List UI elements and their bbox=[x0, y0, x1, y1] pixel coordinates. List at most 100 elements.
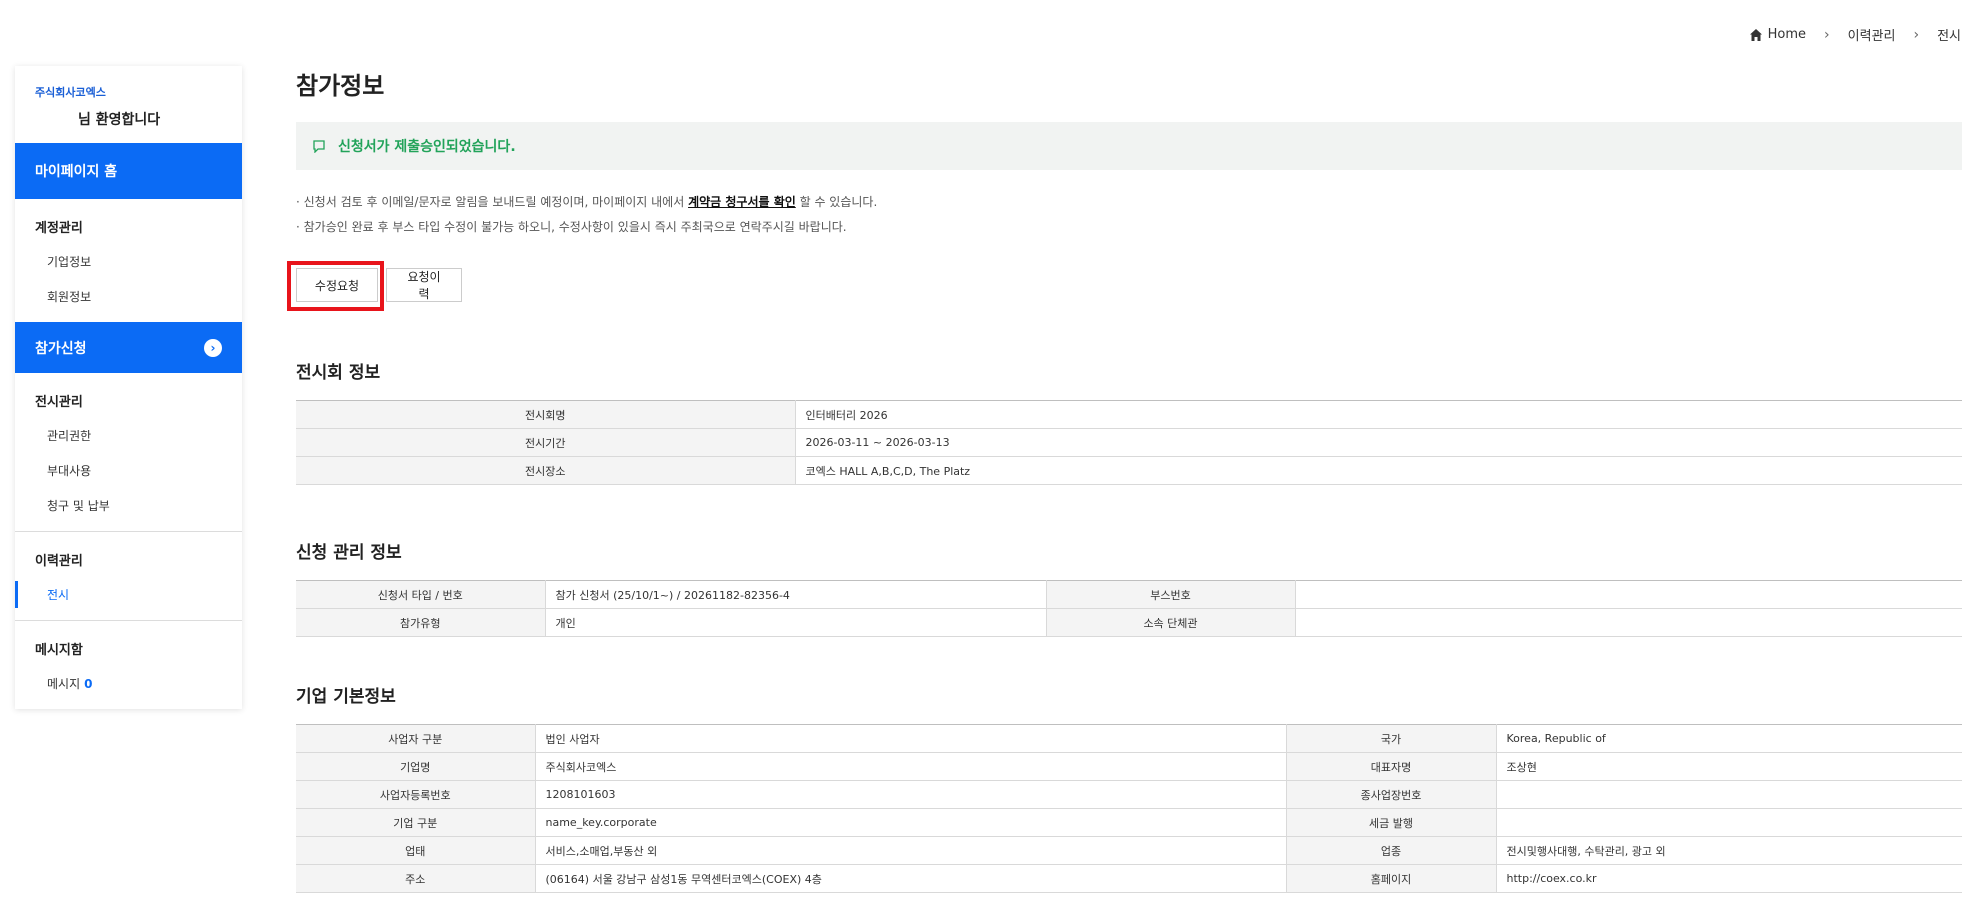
table-row: 신청서 타입 / 번호 참가 신청서 (25/10/1~) / 20261182… bbox=[296, 580, 1962, 609]
table-row: 사업자 구분 법인 사업자 국가 Korea, Republic of bbox=[296, 724, 1962, 753]
row-label: 참가유형 bbox=[296, 608, 546, 637]
table-row: 기업 구분 name_key.corporate 세금 발행 bbox=[296, 808, 1962, 837]
sidebar-group-history: 이력관리 전시 bbox=[15, 532, 242, 620]
table-row: 기업명 주식회사코엑스 대표자명 조상현 bbox=[296, 752, 1962, 781]
row-label: 국가 bbox=[1286, 724, 1497, 753]
row-value: 개인 bbox=[545, 608, 1047, 637]
table-row: 전시회명 인터배터리 2026 bbox=[296, 400, 1962, 429]
row-label: 업종 bbox=[1286, 836, 1497, 865]
table-row: 전시장소 코엑스 HALL A,B,C,D, The Platz bbox=[296, 456, 1962, 485]
invoice-link[interactable]: 계약금 청구서를 확인 bbox=[688, 195, 796, 209]
sidebar-group-exhibit: 전시관리 관리권한 부대사용 청구 및 납부 bbox=[15, 373, 242, 531]
row-value: 서비스,소매업,부동산 외 bbox=[535, 836, 1287, 865]
row-label: 전시장소 bbox=[296, 456, 796, 485]
company-name: 주식회사코엑스 bbox=[35, 86, 106, 99]
application-info-title: 신청 관리 정보 bbox=[296, 543, 402, 563]
breadcrumb-history[interactable]: 이력관리 bbox=[1848, 25, 1896, 44]
row-value: 1208101603 bbox=[535, 780, 1287, 809]
company-info-title: 기업 기본정보 bbox=[296, 687, 396, 707]
sidebar-group-title: 이력관리 bbox=[35, 554, 83, 569]
row-label: 전시회명 bbox=[296, 400, 796, 429]
chevron-right-icon: › bbox=[1913, 26, 1920, 43]
sidebar-item-billing[interactable]: 청구 및 납부 bbox=[35, 490, 222, 525]
sidebar-item-messages[interactable]: 메시지 0 bbox=[35, 668, 222, 703]
guide-text: · 신청서 검토 후 이메일/문자로 알림을 보내드릴 예정이며, 마이페이지 … bbox=[296, 190, 877, 240]
row-value: 주식회사코엑스 bbox=[535, 752, 1287, 781]
flag-icon bbox=[313, 140, 325, 153]
sidebar-item-label: 참가신청 bbox=[35, 340, 87, 357]
sidebar-group-title: 메시지함 bbox=[35, 643, 83, 658]
table-row: 전시기간 2026-03-11 ~ 2026-03-13 bbox=[296, 428, 1962, 457]
row-value: (06164) 서울 강남구 삼성1동 무역센터코엑스(COEX) 4층 bbox=[535, 864, 1287, 893]
chevron-right-circle-icon: › bbox=[204, 338, 222, 357]
sidebar-group-title: 전시관리 bbox=[35, 395, 83, 410]
status-notice-text: 신청서가 제출승인되었습니다. bbox=[338, 139, 516, 155]
row-label: 소속 단체관 bbox=[1046, 608, 1296, 637]
page-title: 참가정보 bbox=[296, 72, 385, 100]
action-buttons: 수정요청 요청이력 bbox=[296, 268, 462, 302]
message-count-badge: 0 bbox=[84, 677, 93, 691]
exhibition-info-title: 전시회 정보 bbox=[296, 363, 381, 383]
table-row: 참가유형 개인 소속 단체관 bbox=[296, 608, 1962, 637]
row-label: 주소 bbox=[296, 864, 536, 893]
row-label: 사업자등록번호 bbox=[296, 780, 536, 809]
sidebar-item-permissions[interactable]: 관리권한 bbox=[35, 420, 222, 455]
row-label: 전시기간 bbox=[296, 428, 796, 457]
row-value bbox=[1295, 608, 1962, 637]
row-label: 업태 bbox=[296, 836, 536, 865]
row-label: 사업자 구분 bbox=[296, 724, 536, 753]
welcome-text: 님 환영합니다 bbox=[78, 112, 161, 128]
sidebar-item-company-info[interactable]: 기업정보 bbox=[35, 246, 222, 281]
row-label: 세금 발행 bbox=[1286, 808, 1497, 837]
row-label: 기업명 bbox=[296, 752, 536, 781]
row-value: 법인 사업자 bbox=[535, 724, 1287, 753]
sidebar-group-message: 메시지함 메시지 0 bbox=[15, 621, 242, 709]
table-row: 업태 서비스,소매업,부동산 외 업종 전시및행사대행, 수탁관리, 광고 외 bbox=[296, 836, 1962, 865]
sidebar-item-member-info[interactable]: 회원정보 bbox=[35, 281, 222, 316]
guide-line-2: · 참가승인 완료 후 부스 타입 수정이 불가능 하오니, 수정사항이 있을시… bbox=[296, 220, 847, 234]
home-icon bbox=[1749, 28, 1762, 41]
sidebar-item-exhibition[interactable]: 전시 bbox=[15, 579, 222, 614]
chevron-right-icon: › bbox=[1824, 26, 1830, 43]
row-value: 전시및행사대행, 수탁관리, 광고 외 bbox=[1496, 836, 1962, 865]
sidebar-item-label: 메시지 bbox=[47, 677, 81, 691]
guide-line-1: · 신청서 검토 후 이메일/문자로 알림을 보내드릴 예정이며, 마이페이지 … bbox=[296, 190, 877, 215]
row-value bbox=[1496, 808, 1962, 837]
sidebar-group-title: 계정관리 bbox=[35, 221, 83, 236]
company-info-table: 사업자 구분 법인 사업자 국가 Korea, Republic of 기업명 … bbox=[296, 724, 1962, 893]
row-value: Korea, Republic of bbox=[1496, 724, 1962, 753]
row-value: 코엑스 HALL A,B,C,D, The Platz bbox=[795, 456, 1962, 485]
sidebar: 주식회사코엑스 님 환영합니다 마이페이지 홈 계정관리 기업정보 회원정보 참… bbox=[15, 66, 242, 709]
row-value: 조상현 bbox=[1496, 752, 1962, 781]
row-value: name_key.corporate bbox=[535, 808, 1287, 837]
table-row: 사업자등록번호 1208101603 종사업장번호 bbox=[296, 780, 1962, 809]
breadcrumb: Home › 이력관리 › 전시 bbox=[1749, 25, 1961, 44]
row-label: 대표자명 bbox=[1286, 752, 1497, 781]
breadcrumb-exhibition[interactable]: 전시 bbox=[1937, 25, 1961, 44]
exhibition-info-table: 전시회명 인터배터리 2026 전시기간 2026-03-11 ~ 2026-0… bbox=[296, 400, 1962, 485]
row-value: http://coex.co.kr bbox=[1496, 864, 1962, 893]
request-history-button[interactable]: 요청이력 bbox=[386, 268, 462, 302]
breadcrumb-home-label: Home bbox=[1767, 27, 1807, 42]
row-value: 참가 신청서 (25/10/1~) / 20261182-82356-4 bbox=[545, 580, 1047, 609]
row-label: 홈페이지 bbox=[1286, 864, 1497, 893]
sidebar-item-label: 마이페이지 홈 bbox=[35, 164, 118, 180]
sidebar-item-apply[interactable]: 참가신청 › bbox=[15, 322, 242, 373]
row-label: 종사업장번호 bbox=[1286, 780, 1497, 809]
row-label: 부스번호 bbox=[1046, 580, 1296, 609]
sidebar-item-mypage-home[interactable]: 마이페이지 홈 bbox=[15, 143, 242, 199]
sidebar-group-account: 계정관리 기업정보 회원정보 bbox=[15, 199, 242, 322]
table-row: 주소 (06164) 서울 강남구 삼성1동 무역센터코엑스(COEX) 4층 … bbox=[296, 864, 1962, 893]
sidebar-item-facility-use[interactable]: 부대사용 bbox=[35, 455, 222, 490]
edit-request-button[interactable]: 수정요청 bbox=[296, 268, 378, 302]
guide-line-1-pre: · 신청서 검토 후 이메일/문자로 알림을 보내드릴 예정이며, 마이페이지 … bbox=[296, 195, 689, 209]
row-value bbox=[1496, 780, 1962, 809]
breadcrumb-home[interactable]: Home bbox=[1749, 27, 1806, 42]
guide-line-1-post: 할 수 있습니다. bbox=[795, 195, 878, 209]
row-value bbox=[1295, 580, 1962, 609]
user-panel: 주식회사코엑스 님 환영합니다 bbox=[15, 66, 242, 143]
row-label: 기업 구분 bbox=[296, 808, 536, 837]
row-value: 2026-03-11 ~ 2026-03-13 bbox=[795, 428, 1962, 457]
application-info-table: 신청서 타입 / 번호 참가 신청서 (25/10/1~) / 20261182… bbox=[296, 580, 1962, 637]
row-label: 신청서 타입 / 번호 bbox=[296, 580, 546, 609]
